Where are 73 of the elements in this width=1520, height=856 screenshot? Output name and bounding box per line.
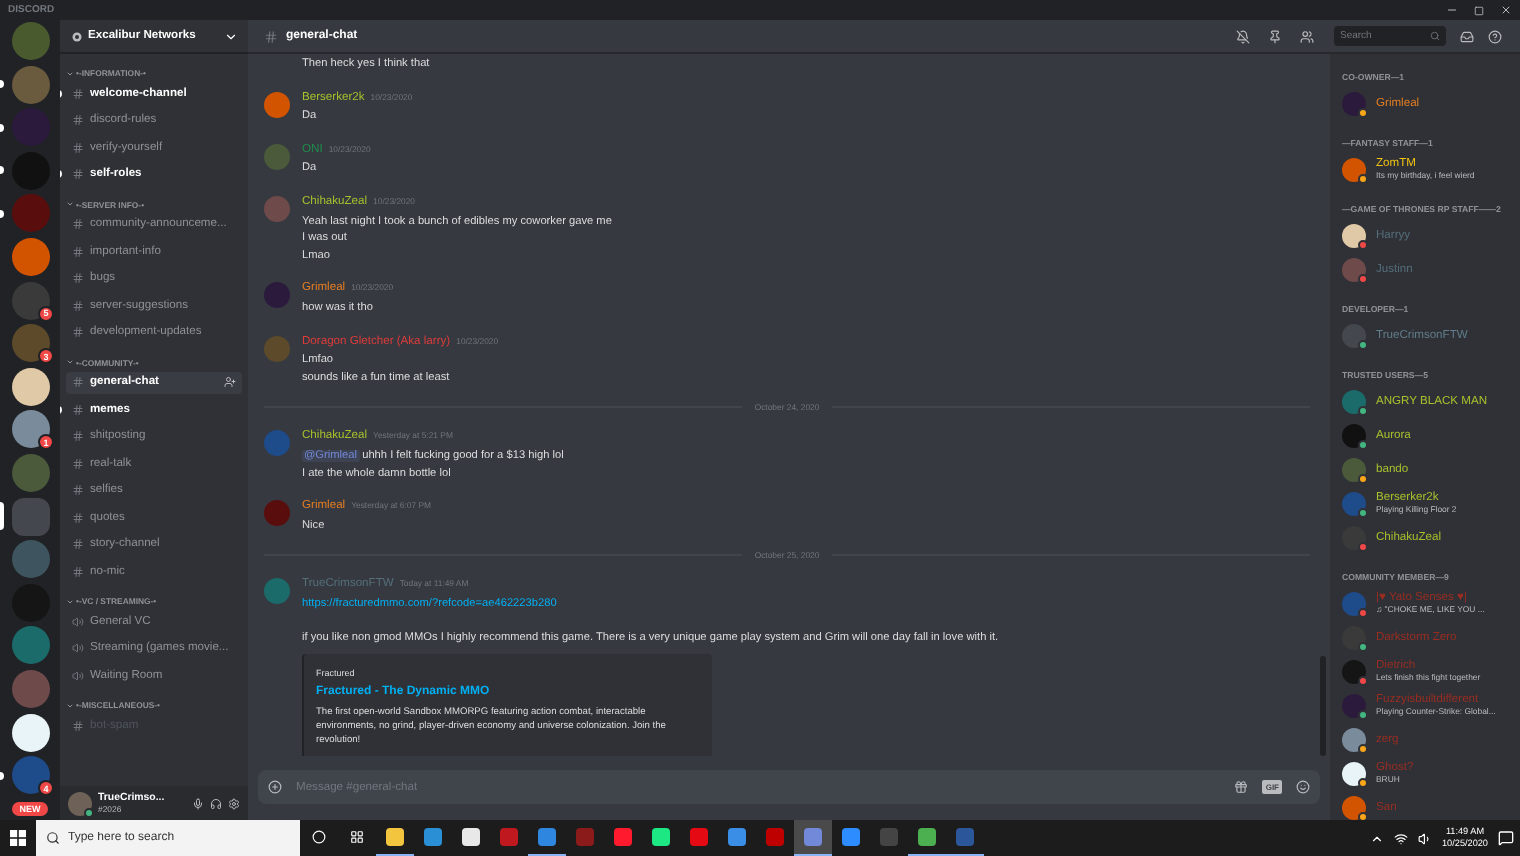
hash-icon — [72, 272, 84, 284]
member-avatar[interactable] — [1342, 157, 1366, 181]
hash-icon — [72, 326, 84, 338]
notifications-icon[interactable] — [1498, 830, 1514, 846]
volume-icon[interactable] — [1418, 831, 1432, 845]
member-avatar[interactable] — [1342, 223, 1366, 247]
member-avatar[interactable] — [1342, 761, 1366, 785]
member-avatar[interactable] — [1342, 693, 1366, 717]
hash-icon — [72, 457, 84, 469]
hash-icon — [72, 299, 84, 311]
user-avatar — [264, 195, 290, 222]
plus-icon[interactable] — [268, 780, 282, 794]
hash-icon — [72, 245, 84, 257]
hash-icon — [72, 538, 84, 550]
member-avatar[interactable] — [1342, 491, 1366, 515]
hash-icon — [264, 29, 278, 43]
invite-icon[interactable] — [224, 376, 236, 388]
hash-icon — [72, 565, 84, 577]
emoji-icon[interactable] — [1296, 780, 1310, 794]
hash-icon — [72, 87, 84, 99]
member-avatar[interactable] — [1342, 457, 1366, 481]
windows-logo-icon — [10, 830, 26, 846]
network-icon[interactable] — [1394, 831, 1408, 845]
server-icon[interactable] — [11, 713, 49, 751]
speaker-icon — [72, 669, 84, 681]
user-avatar — [264, 91, 290, 118]
speaker-icon — [72, 615, 84, 627]
minimize-icon[interactable] — [1446, 4, 1458, 16]
microphone-icon[interactable] — [192, 797, 204, 809]
members-icon[interactable] — [1300, 29, 1314, 43]
user-avatar — [264, 500, 290, 527]
user-avatar — [264, 335, 290, 362]
headphones-icon[interactable] — [210, 797, 222, 809]
member-avatar[interactable] — [1342, 389, 1366, 413]
member-avatar[interactable] — [1342, 625, 1366, 649]
gift-icon[interactable] — [1234, 780, 1249, 794]
mute-bell-icon[interactable] — [1236, 29, 1250, 43]
hash-icon — [72, 719, 84, 731]
search-icon — [46, 831, 60, 845]
user-avatar — [264, 143, 290, 170]
hash-icon — [72, 484, 84, 496]
speaker-icon — [72, 642, 84, 654]
member-avatar[interactable] — [1342, 91, 1366, 115]
server-badge-icon — [72, 31, 82, 41]
member-avatar[interactable] — [1342, 795, 1366, 819]
hash-icon — [72, 141, 84, 153]
circle-icon — [312, 830, 326, 844]
close-icon[interactable] — [1500, 4, 1512, 16]
member-avatar[interactable] — [1342, 323, 1366, 347]
hash-icon — [72, 114, 84, 126]
user-avatar — [264, 430, 290, 457]
chevron-down-icon[interactable] — [224, 29, 238, 43]
server-icon[interactable] — [11, 367, 49, 406]
pin-icon[interactable] — [1268, 29, 1282, 43]
member-avatar[interactable] — [1342, 659, 1366, 683]
chevron-up-icon[interactable] — [1370, 831, 1384, 845]
search-icon — [1430, 31, 1440, 41]
maximize-icon[interactable] — [1474, 5, 1484, 15]
settings-icon[interactable] — [228, 797, 240, 809]
help-icon[interactable] — [1488, 29, 1502, 43]
hash-icon — [72, 403, 84, 415]
member-avatar[interactable] — [1342, 423, 1366, 447]
user-avatar — [264, 282, 290, 309]
inbox-icon[interactable] — [1460, 29, 1474, 43]
member-avatar[interactable] — [1342, 727, 1366, 751]
user-avatar — [264, 578, 290, 605]
hash-icon — [72, 218, 84, 230]
hash-icon — [72, 168, 84, 180]
user-avatar — [68, 791, 92, 815]
hash-icon — [72, 511, 84, 523]
hash-icon — [72, 376, 84, 388]
hash-icon — [72, 430, 84, 442]
task-view-icon — [350, 830, 364, 844]
